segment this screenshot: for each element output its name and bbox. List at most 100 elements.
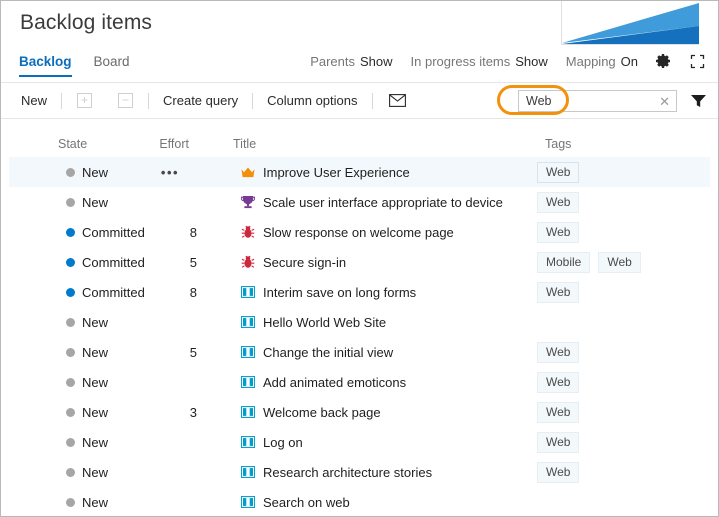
state-dot-icon xyxy=(66,257,75,267)
tag-chip[interactable]: Web xyxy=(598,251,641,273)
mail-glyph xyxy=(388,94,406,107)
gear-glyph xyxy=(656,54,670,68)
title-text[interactable]: Welcome back page xyxy=(263,405,381,420)
state-dot-icon xyxy=(66,287,75,297)
table-row[interactable]: New Hello World Web Site xyxy=(9,307,710,337)
title-text[interactable]: Change the initial view xyxy=(263,345,393,360)
state-dot-icon xyxy=(66,497,75,507)
mail-icon[interactable] xyxy=(388,94,406,107)
tag-chip[interactable]: Web xyxy=(537,281,580,303)
cell-title[interactable]: Secure sign-in xyxy=(203,255,520,270)
search-box[interactable]: ✕ xyxy=(518,89,677,112)
cell-title[interactable]: Interim save on long forms xyxy=(203,285,520,300)
cell-title[interactable]: Log on xyxy=(203,435,520,450)
title-text[interactable]: Secure sign-in xyxy=(263,255,346,270)
cell-tags: Web xyxy=(520,161,710,183)
pbi-icon xyxy=(241,465,255,479)
expand-all-button[interactable]: + xyxy=(77,93,93,108)
clear-search-icon[interactable]: ✕ xyxy=(659,93,670,111)
column-options-button[interactable]: Column options xyxy=(255,84,369,118)
tag-chip[interactable]: Web xyxy=(537,161,580,183)
pbi-icon xyxy=(241,345,255,359)
create-query-button[interactable]: Create query xyxy=(151,84,250,118)
tab-board[interactable]: Board xyxy=(94,49,130,69)
cell-tags: Web xyxy=(520,461,710,483)
collapse-all-button[interactable]: − xyxy=(118,93,134,108)
cell-title[interactable]: Slow response on welcome page xyxy=(203,225,520,240)
cell-title[interactable]: Improve User Experience xyxy=(203,165,520,180)
cell-tags: Web xyxy=(520,371,710,393)
toolbar-divider xyxy=(252,92,254,109)
grid-header-row: State Effort Title Tags xyxy=(1,123,718,157)
title-text[interactable]: Improve User Experience xyxy=(263,165,410,180)
cell-title[interactable]: Scale user interface appropriate to devi… xyxy=(203,195,520,210)
tag-chip[interactable]: Web xyxy=(537,371,580,393)
state-label: Committed xyxy=(82,254,145,270)
title-text[interactable]: Interim save on long forms xyxy=(263,285,416,300)
cell-title[interactable]: Add animated emoticons xyxy=(203,375,520,390)
cumulative-flow-chart[interactable] xyxy=(561,1,699,45)
table-row[interactable]: Committed 8 Slow response on welcome page W… xyxy=(9,217,710,247)
parents-value[interactable]: Show xyxy=(360,54,393,69)
table-row[interactable]: New Log on Web xyxy=(9,427,710,457)
toolbar-right-group: ✕ xyxy=(518,83,708,118)
tag-chip[interactable]: Web xyxy=(537,461,580,483)
cell-title[interactable]: Welcome back page xyxy=(203,405,520,420)
grid-rows: New ••• Improve User Experience Web New Scale… xyxy=(1,157,718,516)
title-text[interactable]: Add animated emoticons xyxy=(263,375,406,390)
row-context-menu-icon[interactable]: ••• xyxy=(143,165,203,180)
table-row[interactable]: New Research architecture stories Web xyxy=(9,457,710,487)
column-header-state[interactable]: State xyxy=(1,137,135,151)
column-header-title[interactable]: Title xyxy=(195,137,528,151)
column-header-tags[interactable]: Tags xyxy=(528,137,718,151)
column-header-effort[interactable]: Effort xyxy=(135,137,195,151)
state-dot-icon xyxy=(66,407,75,417)
cell-effort: 8 xyxy=(189,284,197,300)
pbi-icon xyxy=(241,375,255,389)
in-progress-items-toggle[interactable]: In progress items Show xyxy=(411,54,548,69)
table-row[interactable]: New ••• Improve User Experience Web xyxy=(9,157,710,187)
cell-title[interactable]: Change the initial view xyxy=(203,345,520,360)
table-row[interactable]: New Add animated emoticons Web xyxy=(9,367,710,397)
page-title: Backlog items xyxy=(20,11,153,34)
gear-icon[interactable] xyxy=(654,52,672,70)
table-row[interactable]: Committed 8 Interim save on long forms Web xyxy=(9,277,710,307)
cell-title[interactable]: Hello World Web Site xyxy=(203,315,520,330)
table-row[interactable]: New Scale user interface appropriate to d… xyxy=(9,187,710,217)
backlog-items-window: Backlog items Backlog Board Parents Show… xyxy=(0,0,719,517)
title-text[interactable]: Research architecture stories xyxy=(263,465,432,480)
table-row[interactable]: New 5 Change the initial view Web xyxy=(9,337,710,367)
search-input[interactable] xyxy=(519,90,650,111)
cell-title[interactable]: Research architecture stories xyxy=(203,465,520,480)
table-row[interactable]: New Search on web xyxy=(9,487,710,516)
fullscreen-icon[interactable] xyxy=(688,52,706,70)
tag-chip[interactable]: Web xyxy=(537,431,580,453)
cell-tags: Web xyxy=(520,431,710,453)
new-button[interactable]: New xyxy=(9,84,59,118)
tag-chip[interactable]: Web xyxy=(537,191,580,213)
tag-chip[interactable]: Mobile xyxy=(537,251,591,273)
mapping-value[interactable]: On xyxy=(621,54,638,69)
title-text[interactable]: Hello World Web Site xyxy=(263,315,386,330)
table-row[interactable]: Committed 5 Secure sign-in Mobile Web xyxy=(9,247,710,277)
tag-chip[interactable]: Web xyxy=(537,221,580,243)
chart-svg xyxy=(562,3,699,44)
cell-title[interactable]: Search on web xyxy=(203,495,520,510)
cell-tags: Web xyxy=(520,191,710,213)
view-options: Parents Show In progress items Show Mapp… xyxy=(292,52,706,70)
pbi-icon xyxy=(241,495,255,509)
title-text[interactable]: Slow response on welcome page xyxy=(263,225,454,240)
filter-icon[interactable] xyxy=(691,94,706,108)
parents-toggle[interactable]: Parents Show xyxy=(310,54,392,69)
tag-chip[interactable]: Web xyxy=(537,401,580,423)
state-dot-icon xyxy=(66,317,75,327)
in-progress-items-value[interactable]: Show xyxy=(515,54,548,69)
title-text[interactable]: Scale user interface appropriate to devi… xyxy=(263,195,503,210)
title-text[interactable]: Search on web xyxy=(263,495,350,510)
mapping-toggle[interactable]: Mapping On xyxy=(566,54,638,69)
tab-backlog[interactable]: Backlog xyxy=(19,49,72,77)
cell-state: New xyxy=(9,195,143,210)
tag-chip[interactable]: Web xyxy=(537,341,580,363)
table-row[interactable]: New 3 Welcome back page Web xyxy=(9,397,710,427)
title-text[interactable]: Log on xyxy=(263,435,303,450)
